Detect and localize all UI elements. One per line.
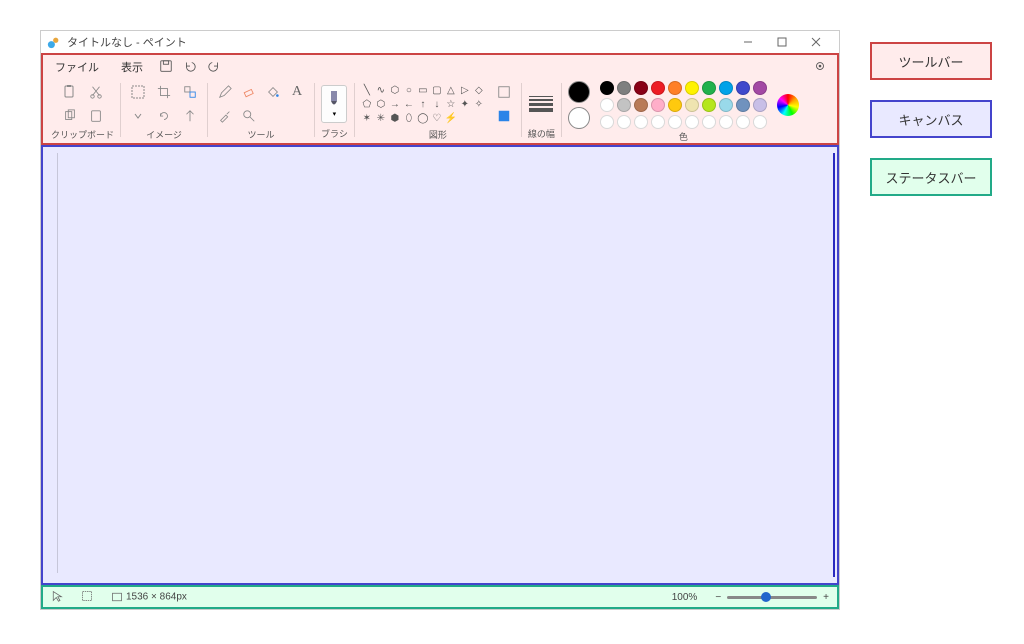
shapes-label: 図形 xyxy=(429,127,447,142)
legend-statusbar: ステータスバー xyxy=(870,158,992,196)
vertical-scrollbar[interactable] xyxy=(833,153,835,577)
select-rect-icon[interactable] xyxy=(127,81,149,103)
fill-icon[interactable] xyxy=(262,81,284,103)
app-icon xyxy=(47,35,61,49)
redo-icon[interactable] xyxy=(207,59,221,76)
color-label: 色 xyxy=(679,129,688,144)
select-dropdown-icon[interactable] xyxy=(127,105,149,127)
color-swatch-empty[interactable] xyxy=(634,115,648,129)
pencil-icon[interactable] xyxy=(214,81,236,103)
color-swatch[interactable] xyxy=(651,81,665,95)
legend-toolbar: ツールバー xyxy=(870,42,992,80)
zoom-in-button[interactable]: + xyxy=(823,592,829,603)
stroke-width-dropdown[interactable] xyxy=(529,93,553,115)
group-shapes: ╲∿⬡○▭▢△▷◇ ⬠⬡→←↑↓☆✦✧ ✶✳⬢⬯◯♡⚡ 図形 xyxy=(357,79,519,141)
color-swatch[interactable] xyxy=(736,98,750,112)
tool-label: ツール xyxy=(248,127,275,142)
window-title: タイトルなし - ペイント xyxy=(67,34,187,50)
group-stroke: 線の幅 xyxy=(524,79,559,141)
settings-icon[interactable] xyxy=(813,59,827,76)
color-swatch[interactable] xyxy=(668,81,682,95)
shapes-grid[interactable]: ╲∿⬡○▭▢△▷◇ ⬠⬡→←↑↓☆✦✧ ✶✳⬢⬯◯♡⚡ xyxy=(361,84,485,124)
crop-icon[interactable] xyxy=(153,81,175,103)
color-swatch-empty[interactable] xyxy=(685,115,699,129)
brush-dropdown[interactable]: ▾ xyxy=(321,85,347,123)
color-swatch-empty[interactable] xyxy=(702,115,716,129)
color-swatch[interactable] xyxy=(634,81,648,95)
paste-icon[interactable] xyxy=(59,81,81,103)
color-swatch[interactable] xyxy=(753,81,767,95)
color-swatch[interactable] xyxy=(719,98,733,112)
stroke-label: 線の幅 xyxy=(528,126,555,141)
minimize-button[interactable] xyxy=(731,32,765,52)
canvas-region[interactable] xyxy=(41,145,839,585)
color-swatch[interactable] xyxy=(617,98,631,112)
color-palette[interactable] xyxy=(600,81,767,129)
color-swatch[interactable] xyxy=(685,81,699,95)
group-tools: A ツール xyxy=(210,79,312,141)
canvas-dimensions: 1536 × 864px xyxy=(111,591,187,603)
color-swatch-empty[interactable] xyxy=(651,115,665,129)
color-swatch[interactable] xyxy=(668,98,682,112)
group-brush: ▾ ブラシ xyxy=(317,79,352,141)
flip-icon[interactable] xyxy=(179,105,201,127)
undo-icon[interactable] xyxy=(183,59,197,76)
brush-label: ブラシ xyxy=(321,126,348,141)
status-bar: 1536 × 864px 100% − + xyxy=(41,585,839,609)
group-clipboard: クリップボード xyxy=(47,79,118,141)
titlebar: タイトルなし - ペイント xyxy=(41,31,839,53)
resize-icon[interactable] xyxy=(179,81,201,103)
cut-icon[interactable] xyxy=(85,81,107,103)
paint-window: タイトルなし - ペイント ファイル 表示 xyxy=(40,30,840,610)
copy-icon[interactable] xyxy=(59,105,81,127)
magnifier-icon[interactable] xyxy=(238,105,260,127)
color-swatch[interactable] xyxy=(617,81,631,95)
menu-view[interactable]: 表示 xyxy=(115,57,149,77)
edit-colors-icon[interactable] xyxy=(777,94,799,116)
text-icon[interactable]: A xyxy=(286,81,308,103)
zoom-out-button[interactable]: − xyxy=(715,592,721,603)
maximize-button[interactable] xyxy=(765,32,799,52)
eraser-icon[interactable] xyxy=(238,81,260,103)
eyedropper-icon[interactable] xyxy=(214,105,236,127)
color-secondary[interactable] xyxy=(568,107,590,129)
color-swatch[interactable] xyxy=(702,98,716,112)
clipboard-icon[interactable] xyxy=(85,105,107,127)
color-swatch-empty[interactable] xyxy=(753,115,767,129)
color-swatch[interactable] xyxy=(634,98,648,112)
menubar: ファイル 表示 xyxy=(43,55,837,79)
color-primary[interactable] xyxy=(568,81,590,103)
zoom-level: 100% xyxy=(672,592,698,603)
clipboard-label: クリップボード xyxy=(51,127,114,142)
shape-outline-icon[interactable] xyxy=(493,81,515,103)
color-swatch[interactable] xyxy=(702,81,716,95)
ribbon: クリップボード xyxy=(43,79,837,141)
toolbar-region: ファイル 表示 xyxy=(41,53,839,145)
legend-canvas: キャンバス xyxy=(870,100,992,138)
color-swatch[interactable] xyxy=(685,98,699,112)
color-swatch-empty[interactable] xyxy=(736,115,750,129)
canvas[interactable] xyxy=(57,153,827,573)
group-image: イメージ xyxy=(123,79,205,141)
cursor-pos-icon xyxy=(51,590,63,605)
color-swatch[interactable] xyxy=(651,98,665,112)
group-colors: 色 xyxy=(564,79,803,141)
color-swatch-empty[interactable] xyxy=(719,115,733,129)
color-swatch[interactable] xyxy=(753,98,767,112)
color-swatch-empty[interactable] xyxy=(668,115,682,129)
color-swatch-empty[interactable] xyxy=(600,115,614,129)
color-swatch[interactable] xyxy=(719,81,733,95)
save-icon[interactable] xyxy=(159,59,173,76)
zoom-slider[interactable]: − + xyxy=(715,592,829,603)
color-swatch-empty[interactable] xyxy=(617,115,631,129)
color-swatch[interactable] xyxy=(600,81,614,95)
color-swatch[interactable] xyxy=(736,81,750,95)
close-button[interactable] xyxy=(799,32,833,52)
selection-size-icon xyxy=(81,590,93,605)
menu-file[interactable]: ファイル xyxy=(49,57,105,77)
shape-fill-icon[interactable] xyxy=(493,105,515,127)
color-swatch[interactable] xyxy=(600,98,614,112)
image-label: イメージ xyxy=(146,127,182,142)
rotate-icon[interactable] xyxy=(153,105,175,127)
